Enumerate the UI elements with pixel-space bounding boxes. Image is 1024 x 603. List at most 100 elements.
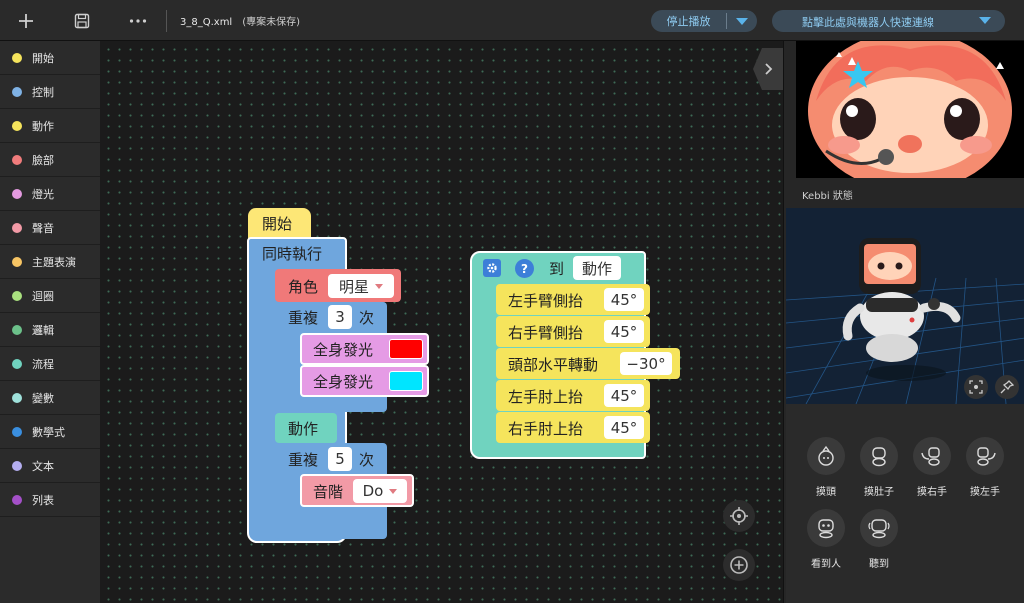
sensor-touch-left-hand[interactable]: 摸左手 bbox=[962, 437, 1008, 498]
sensor-trigger-panel: 摸頭 摸肚子 摸右手 摸左手 看到人 聽到 bbox=[786, 404, 1024, 603]
recenter-button[interactable] bbox=[723, 500, 755, 532]
chevron-down-icon bbox=[389, 488, 398, 494]
quick-connect-button[interactable]: 點擊此處與機器人快速連線 bbox=[772, 10, 1005, 32]
motion-step-label: 左手肘上抬 bbox=[508, 388, 584, 406]
category-dot bbox=[12, 426, 22, 437]
file-title: 3_8_Q.xml (專案未保存) bbox=[180, 13, 300, 28]
light-color-swatch[interactable] bbox=[389, 339, 423, 359]
category-sound[interactable]: 聲音 bbox=[0, 211, 100, 245]
role-dropdown[interactable]: 明星 bbox=[328, 274, 394, 298]
category-label: 聲音 bbox=[32, 221, 54, 235]
category-lights[interactable]: 燈光 bbox=[0, 177, 100, 211]
crosshair-icon bbox=[730, 507, 748, 525]
plus-icon[interactable] bbox=[13, 8, 39, 34]
robot-face-preview bbox=[796, 41, 1024, 178]
toolbar-divider bbox=[166, 10, 167, 32]
motion-angle-input[interactable]: 45° bbox=[604, 320, 644, 343]
category-flow[interactable]: 流程 bbox=[0, 347, 100, 381]
floppy-icon[interactable] bbox=[69, 8, 95, 34]
motion-step-label: 頭部水平轉動 bbox=[508, 356, 599, 374]
sensor-label: 摸左手 bbox=[970, 487, 1000, 498]
file-name: 3_8_Q.xml bbox=[180, 17, 233, 28]
category-math[interactable]: 數學式 bbox=[0, 415, 100, 449]
repeat-count-input[interactable]: 5 bbox=[328, 447, 352, 471]
sensor-touch-right-hand[interactable]: 摸右手 bbox=[909, 437, 955, 498]
category-label: 文本 bbox=[32, 459, 54, 473]
category-themed-performance[interactable]: 主題表演 bbox=[0, 245, 100, 279]
category-label: 動作 bbox=[32, 119, 54, 133]
motion-angle-input[interactable]: −30° bbox=[620, 352, 672, 375]
pin-view-button[interactable] bbox=[995, 375, 1019, 399]
motion-angle-input[interactable]: 45° bbox=[604, 416, 644, 439]
category-dot bbox=[12, 86, 22, 97]
musical-note-label: 音階 bbox=[313, 483, 344, 501]
category-dot bbox=[12, 358, 22, 369]
snapshot-button[interactable] bbox=[964, 375, 988, 399]
start-block[interactable]: 開始 bbox=[248, 208, 311, 240]
category-dot bbox=[12, 460, 22, 471]
motion-angle-input[interactable]: 45° bbox=[604, 288, 644, 311]
category-logic[interactable]: 邏輯 bbox=[0, 313, 100, 347]
category-dot bbox=[12, 222, 22, 233]
category-dot bbox=[12, 392, 22, 403]
robot-status-label: Kebbi 狀態 bbox=[802, 191, 853, 202]
sensor-touch-head[interactable]: 摸頭 bbox=[803, 437, 849, 498]
quick-connect-label: 點擊此處與機器人快速連線 bbox=[802, 16, 934, 29]
sensor-see-person[interactable]: 看到人 bbox=[803, 509, 849, 570]
category-label: 邏輯 bbox=[32, 323, 54, 337]
robot-3d-model bbox=[786, 208, 1024, 404]
set-role-label: 角色 bbox=[288, 278, 319, 296]
parallel-execute-label: 同時執行 bbox=[262, 245, 323, 263]
category-label: 迴圈 bbox=[32, 289, 54, 303]
gear-icon[interactable] bbox=[483, 259, 501, 277]
repeat-count-input[interactable]: 3 bbox=[328, 305, 352, 329]
robot-face-image bbox=[796, 41, 1024, 178]
role-dropdown-value: 明星 bbox=[338, 277, 369, 296]
hear-icon bbox=[860, 509, 898, 547]
full-body-light-label: 全身發光 bbox=[313, 373, 374, 391]
sensor-hear[interactable]: 聽到 bbox=[856, 509, 902, 570]
category-lists[interactable]: 列表 bbox=[0, 483, 100, 517]
function-name-input[interactable]: 動作 bbox=[573, 256, 621, 280]
category-variables[interactable]: 變數 bbox=[0, 381, 100, 415]
category-motion[interactable]: 動作 bbox=[0, 109, 100, 143]
note-dropdown[interactable]: Do bbox=[353, 479, 407, 503]
category-label: 變數 bbox=[32, 391, 54, 405]
help-icon[interactable]: ? bbox=[515, 259, 534, 278]
category-dot bbox=[12, 256, 22, 267]
zoom-in-icon bbox=[730, 556, 748, 574]
chevron-right-icon bbox=[765, 63, 773, 75]
category-label: 燈光 bbox=[32, 187, 54, 201]
sensor-touch-belly[interactable]: 摸肚子 bbox=[856, 437, 902, 498]
repeat-label: 重複 bbox=[288, 451, 319, 469]
motion-angle-input[interactable]: 45° bbox=[604, 384, 644, 407]
category-loops[interactable]: 迴圈 bbox=[0, 279, 100, 313]
category-label: 開始 bbox=[32, 51, 54, 65]
block-category-sidebar: 開始 控制 動作 臉部 燈光 聲音 主題表演 迴圈 邏輯 流程 變數 數學式 文… bbox=[0, 41, 100, 603]
sensor-label: 摸肚子 bbox=[864, 487, 894, 498]
see-person-icon bbox=[807, 509, 845, 547]
motion-step-label: 左手臂側抬 bbox=[508, 292, 584, 310]
pin-icon bbox=[1000, 380, 1014, 394]
robot-3d-view[interactable] bbox=[786, 208, 1024, 404]
chevron-down-icon bbox=[375, 283, 383, 289]
category-dot bbox=[12, 188, 22, 199]
light-color-swatch[interactable] bbox=[389, 371, 423, 391]
call-action-label: 動作 bbox=[288, 420, 319, 438]
category-label: 主題表演 bbox=[32, 255, 76, 269]
category-face[interactable]: 臉部 bbox=[0, 143, 100, 177]
category-dot bbox=[12, 494, 22, 505]
stop-dropdown-toggle[interactable] bbox=[727, 17, 757, 25]
sensor-label: 摸頭 bbox=[816, 487, 836, 498]
category-control[interactable]: 控制 bbox=[0, 75, 100, 109]
category-start[interactable]: 開始 bbox=[0, 41, 100, 75]
app-window: 3_8_Q.xml (專案未保存) 停止播放 點擊此處與機器人快速連線 開始 控制… bbox=[0, 0, 1024, 603]
ellipsis-icon[interactable] bbox=[125, 8, 151, 34]
category-text[interactable]: 文本 bbox=[0, 449, 100, 483]
note-dropdown-value: Do bbox=[362, 482, 384, 500]
zoom-in-button[interactable] bbox=[723, 549, 755, 581]
block-workspace[interactable]: 開始 同時執行 角色 明星 重複 3 次 全身發光 全身發光 動作 重複 5 次… bbox=[100, 41, 783, 603]
start-block-label: 開始 bbox=[262, 215, 293, 233]
stop-playback-button[interactable]: 停止播放 bbox=[651, 10, 757, 32]
touch-right-hand-icon bbox=[913, 437, 951, 475]
